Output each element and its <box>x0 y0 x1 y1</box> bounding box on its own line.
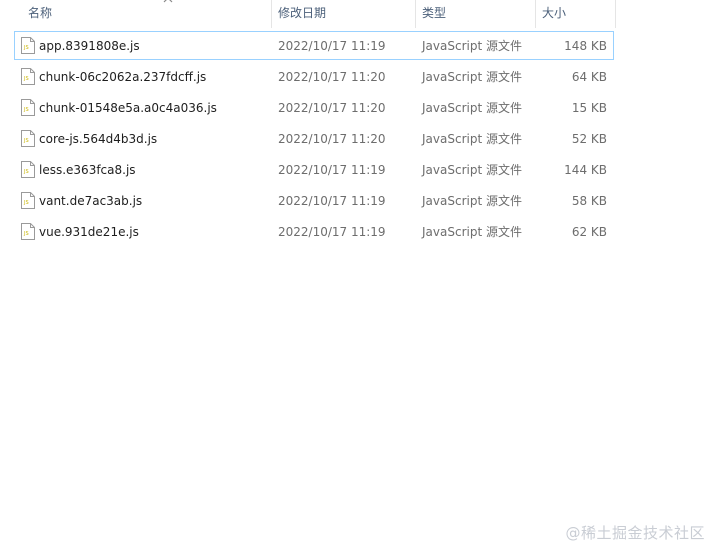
column-header-date-label: 修改日期 <box>278 6 327 20</box>
file-name: core-js.564d4b3d.js <box>39 132 158 146</box>
js-file-icon: JS <box>21 99 35 116</box>
file-type: JavaScript 源文件 <box>422 132 522 146</box>
file-type: JavaScript 源文件 <box>422 163 522 177</box>
svg-text:JS: JS <box>23 231 29 237</box>
column-header-date[interactable]: 修改日期 <box>272 0 416 28</box>
file-date: 2022/10/17 11:19 <box>278 163 386 177</box>
file-date: 2022/10/17 11:20 <box>278 70 386 84</box>
file-date: 2022/10/17 11:19 <box>278 225 386 239</box>
file-size: 62 KB <box>571 225 607 239</box>
column-header-size[interactable]: 大小 <box>536 0 616 28</box>
svg-text:JS: JS <box>23 200 29 206</box>
file-name: app.8391808e.js <box>39 39 140 53</box>
file-row[interactable]: JS less.e363fca8.js 2022/10/17 11:19 Jav… <box>14 155 614 184</box>
file-type: JavaScript 源文件 <box>422 39 522 53</box>
file-name: less.e363fca8.js <box>39 163 136 177</box>
file-row[interactable]: JS chunk-01548e5a.a0c4a036.js 2022/10/17… <box>14 93 614 122</box>
file-size: 64 KB <box>571 70 607 84</box>
file-size: 52 KB <box>571 132 607 146</box>
file-name: vue.931de21e.js <box>39 225 139 239</box>
watermark: @稀土掘金技术社区 <box>565 524 705 542</box>
file-row[interactable]: JS chunk-06c2062a.237fdcff.js 2022/10/17… <box>14 62 614 91</box>
file-row[interactable]: JS vant.de7ac3ab.js 2022/10/17 11:19 Jav… <box>14 186 614 215</box>
file-size: 15 KB <box>571 101 607 115</box>
file-type: JavaScript 源文件 <box>422 225 522 239</box>
file-size: 144 KB <box>564 163 607 177</box>
svg-text:JS: JS <box>23 45 29 51</box>
file-size: 58 KB <box>571 194 607 208</box>
column-header-name-label: 名称 <box>28 6 53 20</box>
file-type: JavaScript 源文件 <box>422 101 522 115</box>
js-file-icon: JS <box>21 223 35 240</box>
file-date: 2022/10/17 11:20 <box>278 101 386 115</box>
file-name: vant.de7ac3ab.js <box>39 194 143 208</box>
svg-text:JS: JS <box>23 76 29 82</box>
file-name: chunk-01548e5a.a0c4a036.js <box>39 101 217 115</box>
js-file-icon: JS <box>21 37 35 54</box>
sort-up-icon <box>163 0 173 3</box>
file-type: JavaScript 源文件 <box>422 70 522 84</box>
column-header-size-label: 大小 <box>542 6 567 20</box>
svg-text:JS: JS <box>23 107 29 113</box>
file-size: 148 KB <box>564 39 607 53</box>
column-header-type-label: 类型 <box>422 6 447 20</box>
column-header-bar: 名称 修改日期 类型 大小 <box>0 0 616 28</box>
file-date: 2022/10/17 11:20 <box>278 132 386 146</box>
svg-text:JS: JS <box>23 138 29 144</box>
file-type: JavaScript 源文件 <box>422 194 522 208</box>
file-date: 2022/10/17 11:19 <box>278 39 386 53</box>
file-name: chunk-06c2062a.237fdcff.js <box>39 70 207 84</box>
file-list: JS app.8391808e.js 2022/10/17 11:19 Java… <box>14 31 614 248</box>
js-file-icon: JS <box>21 161 35 178</box>
file-row[interactable]: JS app.8391808e.js 2022/10/17 11:19 Java… <box>14 31 614 60</box>
js-file-icon: JS <box>21 68 35 85</box>
column-header-name[interactable]: 名称 <box>22 0 272 28</box>
file-row[interactable]: JS vue.931de21e.js 2022/10/17 11:19 Java… <box>14 217 614 246</box>
column-header-type[interactable]: 类型 <box>416 0 536 28</box>
js-file-icon: JS <box>21 130 35 147</box>
file-row[interactable]: JS core-js.564d4b3d.js 2022/10/17 11:20 … <box>14 124 614 153</box>
js-file-icon: JS <box>21 192 35 209</box>
file-date: 2022/10/17 11:19 <box>278 194 386 208</box>
svg-text:JS: JS <box>23 169 29 175</box>
